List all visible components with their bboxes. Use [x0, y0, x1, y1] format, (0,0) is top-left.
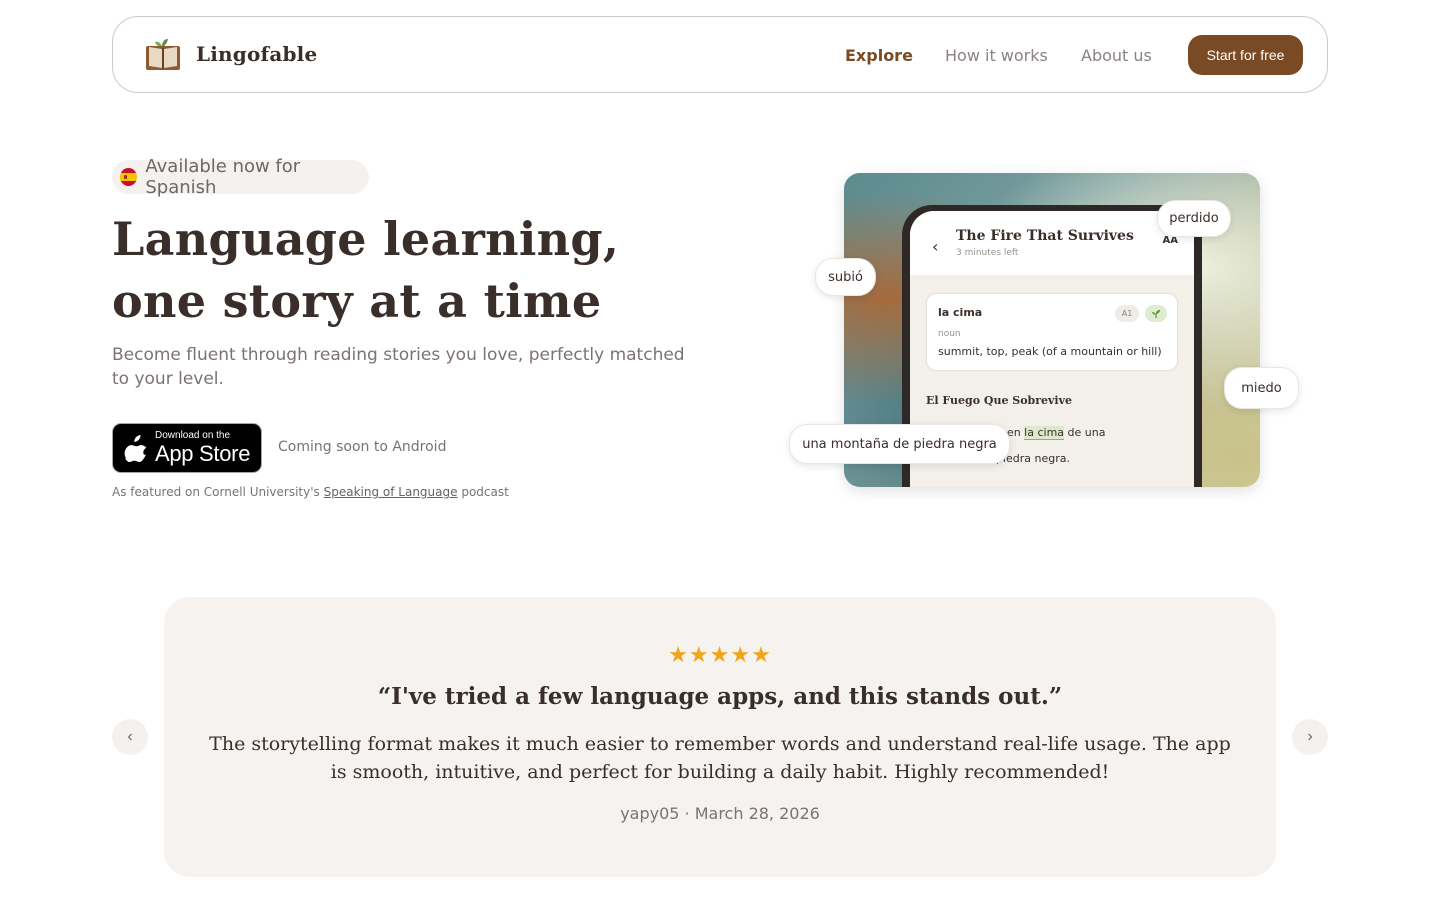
featured-note: As featured on Cornell University's Spea…	[112, 485, 509, 499]
app-store-button[interactable]: Download on the App Store	[112, 423, 262, 473]
nav-explore[interactable]: Explore	[845, 46, 913, 65]
app-store-big-text: App Store	[155, 441, 251, 466]
prev-testimonial-button[interactable]: ‹	[112, 719, 148, 755]
start-for-free-button[interactable]: Start for free	[1188, 35, 1303, 75]
headline-line-1: Language learning,	[112, 212, 620, 266]
top-nav: Lingofable Explore How it works About us…	[112, 16, 1328, 93]
availability-text: Available now for Spanish	[145, 156, 301, 198]
word-bubble-subio: subió	[815, 258, 876, 296]
highlighted-word[interactable]: la cima	[1024, 426, 1065, 440]
next-testimonial-button[interactable]: ›	[1292, 719, 1328, 755]
testimonial-author: yapy05 · March 28, 2026	[620, 804, 820, 823]
app-store-label: Download on the App Store	[155, 430, 250, 466]
nav-about-us[interactable]: About us	[1081, 46, 1152, 65]
story-title: The Fire That Survives	[956, 228, 1134, 244]
featured-prefix: As featured on Cornell University's	[112, 485, 324, 499]
star-rating-icon: ★★★★★	[668, 643, 772, 668]
spain-flag-icon	[120, 168, 138, 186]
back-chevron-icon[interactable]: ‹	[932, 237, 938, 256]
level-badge: A1	[1115, 305, 1139, 322]
story-line-1-end: de una	[1064, 426, 1106, 439]
definition-text: summit, top, peak (of a mountain or hill…	[938, 345, 1162, 358]
featured-suffix: podcast	[457, 485, 509, 499]
word-bubble-miedo: miedo	[1224, 367, 1299, 409]
sprout-icon[interactable]	[1145, 305, 1167, 322]
hero-headline: Language learning, one story at a time	[112, 208, 752, 332]
chapter-title: El Fuego Que Sobrevive	[926, 394, 1072, 407]
testimonial-body: The storytelling format makes it much ea…	[209, 733, 1231, 783]
word-bubble-perdido: perdido	[1157, 200, 1231, 237]
open-book-logo-icon[interactable]	[145, 37, 181, 71]
headline-line-2: one story at a time	[112, 274, 602, 328]
phrase-bubble: una montaña de piedra negra	[789, 424, 1010, 464]
word-definition-card: la cima A1 noun summit, top, peak (of a …	[926, 293, 1178, 371]
brand-name[interactable]: Lingofable	[196, 42, 317, 66]
android-coming-soon: Coming soon to Android	[278, 439, 447, 455]
definition-word: la cima	[938, 306, 983, 319]
testimonial-title: “I've tried a few language apps, and thi…	[377, 683, 1063, 710]
testimonial-card: ★★★★★ “I've tried a few language apps, a…	[164, 597, 1276, 877]
apple-icon	[124, 435, 147, 462]
part-of-speech: noun	[938, 329, 961, 339]
availability-badge: Available now for Spanish	[112, 156, 369, 198]
nav-how-it-works[interactable]: How it works	[945, 46, 1048, 65]
hero-subhead: Become fluent through reading stories yo…	[112, 345, 685, 389]
reader-header: ‹ The Fire That Survives 3 minutes left …	[910, 211, 1194, 275]
story-time-left: 3 minutes left	[956, 248, 1019, 258]
speaking-of-language-link[interactable]: Speaking of Language	[324, 485, 458, 499]
